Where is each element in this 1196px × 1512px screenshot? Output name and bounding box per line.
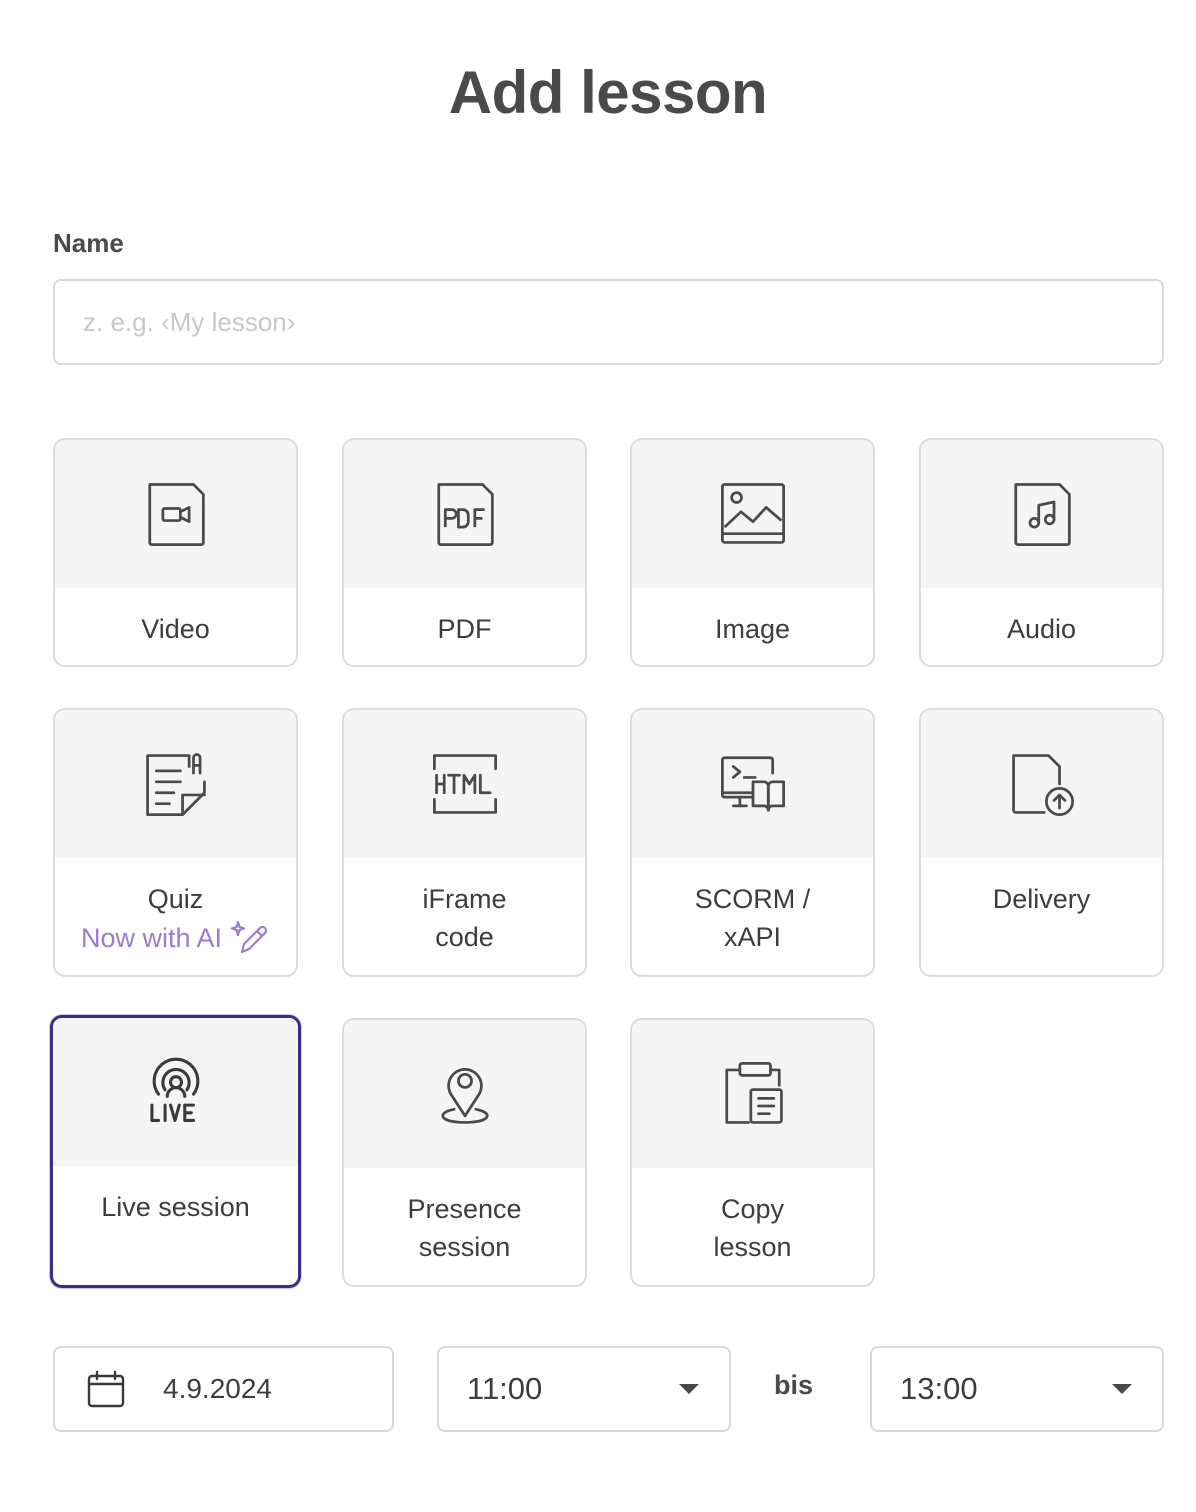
- name-input[interactable]: [53, 279, 1164, 365]
- chevron-down-icon: [1112, 1384, 1132, 1394]
- tile-label: Live session: [101, 1192, 250, 1222]
- tile-label: Image: [714, 614, 791, 644]
- lesson-type-presence-session[interactable]: Presence session: [342, 1018, 587, 1287]
- tile-label-line: Presence: [407, 1194, 522, 1224]
- page-title: Add lesson: [448, 59, 768, 126]
- tile-label: PDF: [437, 614, 492, 644]
- lesson-type-iframe[interactable]: iFrame code: [342, 708, 587, 977]
- name-label: Name: [53, 228, 124, 258]
- lesson-type-audio[interactable]: Audio: [919, 438, 1164, 667]
- chevron-down-icon: [679, 1384, 699, 1394]
- lesson-type-quiz[interactable]: Quiz Now with AI: [53, 708, 298, 977]
- html-icon: [432, 754, 497, 814]
- lesson-type-delivery[interactable]: Delivery: [919, 708, 1164, 977]
- tile-label-line: SCORM /: [694, 884, 811, 914]
- lesson-type-image[interactable]: Image: [630, 438, 875, 667]
- pdf-file-icon: [436, 483, 494, 546]
- calendar-icon: [87, 1370, 125, 1408]
- file-upload-icon: [1011, 754, 1074, 816]
- tile-label-line: session: [418, 1232, 511, 1262]
- time-range-separator: bis: [774, 1370, 814, 1400]
- ai-pen-sparkle-icon: [230, 920, 268, 954]
- tile-label: Quiz: [147, 884, 204, 914]
- end-time-select[interactable]: 13:00: [870, 1346, 1164, 1432]
- location-pin-icon: [441, 1068, 488, 1124]
- ai-badge-text: Now with AI: [80, 923, 223, 953]
- date-field[interactable]: 4.9.2024: [53, 1346, 394, 1432]
- tile-label-line: lesson: [713, 1232, 792, 1262]
- quiz-icon: [145, 753, 206, 816]
- tile-label-line: iFrame: [422, 884, 507, 914]
- image-icon: [720, 483, 785, 544]
- date-value: 4.9.2024: [163, 1373, 272, 1404]
- ai-badge: Now with AI: [81, 918, 270, 958]
- tile-label-line: Copy: [720, 1194, 785, 1224]
- lesson-type-scorm[interactable]: SCORM / xAPI: [630, 708, 875, 977]
- live-broadcast-icon: [149, 1057, 199, 1122]
- tile-label: Audio: [1006, 614, 1077, 644]
- audio-file-icon: [1013, 483, 1071, 546]
- lesson-type-pdf[interactable]: PDF: [342, 438, 587, 667]
- tile-label-line: xAPI: [723, 922, 782, 952]
- tile-label: Delivery: [992, 884, 1091, 914]
- end-time-value: 13:00: [900, 1371, 978, 1406]
- clipboard-copy-icon: [724, 1062, 783, 1124]
- video-file-icon: [147, 483, 205, 546]
- tile-label-line: code: [435, 922, 494, 952]
- lesson-type-copy-lesson[interactable]: Copy lesson: [630, 1018, 875, 1287]
- tile-label: Video: [141, 614, 210, 644]
- lesson-type-live-session[interactable]: Live session: [50, 1015, 301, 1288]
- start-time-select[interactable]: 11:00: [437, 1346, 731, 1432]
- scorm-icon: [720, 756, 785, 812]
- start-time-value: 11:00: [467, 1371, 543, 1406]
- lesson-type-video[interactable]: Video: [53, 438, 298, 667]
